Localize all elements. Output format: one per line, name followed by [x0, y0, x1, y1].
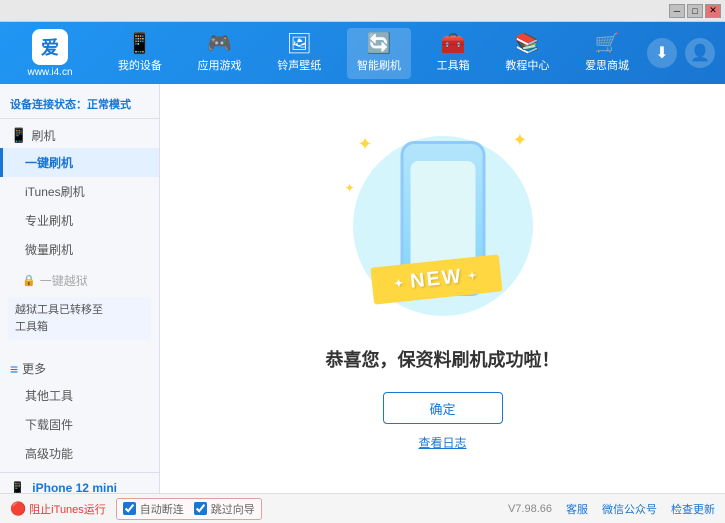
header-right-btns: ⬇ 👤: [647, 38, 715, 68]
nav-smart-flash[interactable]: 🔄 智能刷机: [347, 28, 411, 79]
nav-wallpaper-icon: 🖼: [287, 34, 312, 54]
device-info-panel: 📱 iPhone 12 mini 64GB Down-12mini-13,1: [0, 472, 159, 493]
sidebar-item-pro-flash[interactable]: 专业刷机: [0, 206, 159, 235]
status-value: 正常模式: [87, 99, 131, 111]
confirm-button[interactable]: 确定: [383, 392, 503, 424]
account-btn[interactable]: 👤: [685, 38, 715, 68]
sidebar-item-other-tools[interactable]: 其他工具: [0, 381, 159, 410]
section-flash-title: 📱 刷机: [0, 123, 159, 148]
logo: 爱 www.i4.cn: [10, 29, 90, 78]
close-btn[interactable]: ✕: [705, 4, 721, 18]
nav-tutorial-label: 教程中心: [505, 57, 549, 73]
download-fw-label: 下载固件: [25, 418, 73, 432]
one-click-flash-label: 一键刷机: [25, 156, 73, 170]
nav-wallpaper-label: 铃声壁纸: [277, 57, 321, 73]
content-area: ✦ ✦ ✦ ✦ NEW ✦ 恭喜您，保资料刷机成功啦！ 确定 查看日志: [160, 84, 725, 493]
status-label: 设备连接状态：: [10, 99, 87, 111]
itunes-flash-label: iTunes刷机: [25, 185, 85, 199]
auto-disconnect-checkbox[interactable]: [123, 502, 136, 515]
nav-items: 📱 我的设备 🎮 应用游戏 🖼 铃声壁纸 🔄 智能刷机 🧰 工具箱 📚 教程中心…: [100, 28, 647, 79]
wizard-link[interactable]: 查看日志: [418, 434, 466, 451]
section-more-title: ≡ 更多: [0, 356, 159, 381]
bottom-left: 🔴 阻止iTunes运行 自动断连 跳过向导: [10, 498, 508, 520]
download-btn[interactable]: ⬇: [647, 38, 677, 68]
stop-itunes: 🔴 阻止iTunes运行: [10, 501, 106, 517]
update-link[interactable]: 检查更新: [671, 501, 715, 517]
title-bar: ─ □ ✕: [0, 0, 725, 22]
success-message: 恭喜您，保资料刷机成功啦！: [326, 346, 560, 372]
nav-toolbox-label: 工具箱: [437, 57, 470, 73]
maximize-btn[interactable]: □: [687, 4, 703, 18]
nav-toolbox[interactable]: 🧰 工具箱: [427, 28, 480, 79]
nav-shop[interactable]: 🛒 爱思商城: [575, 28, 639, 79]
nav-shop-icon: 🛒: [595, 34, 620, 54]
nav-apps[interactable]: 🎮 应用游戏: [188, 28, 252, 79]
nav-my-device[interactable]: 📱 我的设备: [108, 28, 172, 79]
nav-smart-flash-icon: 🔄: [367, 34, 392, 54]
section-flash: 📱 刷机 一键刷机 iTunes刷机 专业刷机 微量刷机: [0, 123, 159, 264]
other-tools-label: 其他工具: [25, 389, 73, 403]
logo-url: www.i4.cn: [27, 67, 72, 78]
nav-my-device-icon: 📱: [127, 34, 152, 54]
auto-disconnect-label: 自动断连: [140, 501, 184, 517]
minimize-btn[interactable]: ─: [669, 4, 685, 18]
stop-icon: 🔴: [10, 501, 26, 517]
sidebar-item-fix-flash[interactable]: 微量刷机: [0, 235, 159, 264]
main-layout: 设备连接状态：正常模式 📱 刷机 一键刷机 iTunes刷机 专业刷机 微量刷机…: [0, 84, 725, 493]
nav-wallpaper[interactable]: 🖼 铃声壁纸: [267, 28, 331, 79]
bottom-right: V7.98.66 客服 微信公众号 检查更新: [508, 501, 715, 517]
nav-tutorial[interactable]: 📚 教程中心: [495, 28, 559, 79]
version-text: V7.98.66: [508, 503, 552, 515]
jailbreak-grayed: 🔒 一键越狱: [0, 268, 159, 293]
flash-section-label: 刷机: [31, 127, 55, 144]
jailbreak-label: 一键越狱: [40, 272, 88, 289]
sidebar-item-download-fw[interactable]: 下载固件: [0, 410, 159, 439]
section-more: ≡ 更多 其他工具 下载固件 高级功能: [0, 356, 159, 468]
flash-section-icon: 📱: [10, 127, 27, 144]
sparkle-small: ✦: [345, 181, 355, 195]
nav-apps-icon: 🎮: [207, 34, 232, 54]
jailbreak-note: 越狱工具已转移至工具箱: [8, 297, 151, 340]
pro-flash-label: 专业刷机: [25, 214, 73, 228]
logo-icon: 爱: [32, 29, 68, 65]
nav-smart-flash-label: 智能刷机: [357, 57, 401, 73]
sparkle-left: ✦: [358, 134, 373, 155]
sidebar-item-itunes-flash[interactable]: iTunes刷机: [0, 177, 159, 206]
nav-tutorial-icon: 📚: [515, 34, 540, 54]
checkbox-group: 自动断连 跳过向导: [116, 498, 262, 520]
skip-wizard-checkbox[interactable]: [194, 502, 207, 515]
status-bar: 设备连接状态：正常模式: [0, 92, 159, 119]
wechat-link[interactable]: 微信公众号: [602, 501, 657, 517]
support-link[interactable]: 客服: [566, 501, 588, 517]
nav-toolbox-icon: 🧰: [441, 34, 466, 54]
sidebar-item-advanced[interactable]: 高级功能: [0, 439, 159, 468]
fix-flash-label: 微量刷机: [25, 243, 73, 257]
more-section-icon: ≡: [10, 361, 18, 377]
device-name: 📱 iPhone 12 mini: [10, 481, 149, 493]
nav-my-device-label: 我的设备: [118, 57, 162, 73]
sparkle-right: ✦: [512, 130, 527, 151]
more-section-label: 更多: [22, 360, 46, 377]
advanced-label: 高级功能: [25, 447, 73, 461]
skip-wizard-label: 跳过向导: [211, 501, 255, 517]
sidebar-item-one-click-flash[interactable]: 一键刷机: [0, 148, 159, 177]
device-name-text: iPhone 12 mini: [32, 481, 117, 493]
nav-apps-label: 应用游戏: [198, 57, 242, 73]
bottom-bar: 🔴 阻止iTunes运行 自动断连 跳过向导 V7.98.66 客服 微信公众号…: [0, 493, 725, 523]
success-illustration: ✦ ✦ ✦ ✦ NEW ✦: [333, 126, 553, 326]
stop-itunes-label: 阻止iTunes运行: [29, 501, 106, 517]
device-icon: 📱: [10, 481, 25, 493]
new-badge-text: NEW: [409, 265, 464, 292]
header: 爱 www.i4.cn 📱 我的设备 🎮 应用游戏 🖼 铃声壁纸 🔄 智能刷机 …: [0, 22, 725, 84]
nav-shop-label: 爱思商城: [585, 57, 629, 73]
sidebar: 设备连接状态：正常模式 📱 刷机 一键刷机 iTunes刷机 专业刷机 微量刷机…: [0, 84, 160, 493]
lock-icon: 🔒: [22, 274, 36, 287]
